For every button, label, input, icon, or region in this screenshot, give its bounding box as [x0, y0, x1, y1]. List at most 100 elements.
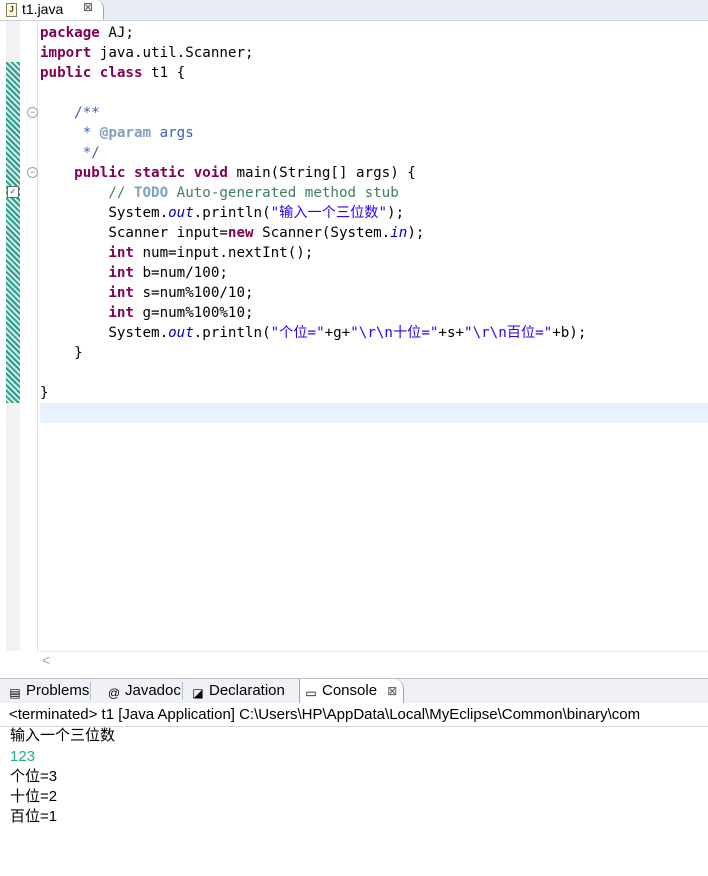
code-line-2: import java.util.Scanner;: [40, 43, 586, 63]
code-token: "输入一个三位数": [270, 205, 388, 221]
code-token: Scanner(System.: [253, 225, 391, 241]
override-marker-icon[interactable]: ✓: [7, 186, 19, 198]
console-line: 个位=3: [10, 768, 58, 785]
code-token: "个位=": [270, 325, 325, 341]
close-icon[interactable]: ⊠: [83, 0, 93, 14]
java-file-icon: J: [6, 3, 17, 17]
change-indicator-bar: [6, 62, 20, 403]
code-line-5: /**: [40, 103, 586, 123]
collapse-method-icon[interactable]: −: [27, 167, 38, 178]
code-token: g=num%100%10;: [133, 305, 254, 321]
declaration-icon: ◪: [192, 686, 204, 700]
code-line-14: int s=num%100/10;: [40, 283, 586, 303]
code-token: System.: [40, 325, 169, 341]
code-line-11: Scanner input=new Scanner(System.in);: [40, 223, 586, 243]
code-line-13: int b=num/100;: [40, 263, 586, 283]
code-token: new: [227, 225, 254, 241]
problems-icon: ▤: [9, 686, 21, 700]
code-token: AJ;: [99, 25, 134, 41]
code-token: +g+: [324, 325, 351, 341]
code-token: b=num/100;: [133, 265, 228, 281]
code-line-6: * @param args: [40, 123, 586, 143]
console-line: 输入一个三位数: [10, 727, 116, 744]
console-icon: ▭: [305, 686, 317, 700]
code-token: +b);: [552, 325, 587, 341]
console-line: 十位=2: [10, 788, 58, 805]
tab-problems[interactable]: ▤ Problems: [8, 679, 92, 703]
code-token: out: [168, 325, 194, 341]
tab-console[interactable]: ▭ Console ⊠: [299, 679, 405, 704]
code-token: int: [108, 245, 134, 261]
current-line-highlight: [40, 403, 708, 423]
code-token: void: [193, 165, 228, 181]
tab-declaration[interactable]: ◪ Declaration: [191, 679, 285, 703]
code-line-10: System.out.println("输入一个三位数");: [40, 203, 586, 223]
code-token: num=input.nextInt();: [133, 245, 314, 261]
console-input-line: 123: [10, 748, 36, 765]
tab-declaration-label: Declaration: [209, 682, 285, 699]
code-editor[interactable]: ✓ − − package AJ; import java.util.Scanne…: [0, 21, 708, 672]
code-line-9: // TODO Auto-generated method stub: [40, 183, 586, 203]
code-token: }: [40, 385, 49, 401]
code-token: args: [151, 125, 194, 141]
code-line-12: int num=input.nextInt();: [40, 243, 586, 263]
code-line-3: public class t1 {: [40, 63, 586, 83]
console-view[interactable]: <terminated> t1 [Java Application] C:\Us…: [0, 703, 708, 876]
code-token: +s+: [438, 325, 465, 341]
code-token: );: [387, 205, 405, 221]
code-token: .println(: [193, 205, 271, 221]
code-token: public: [74, 165, 126, 181]
code-line-16: System.out.println("个位="+g+"\r\n十位="+s+"…: [40, 323, 586, 343]
code-line-15: int g=num%100%10;: [40, 303, 586, 323]
code-line-1: package AJ;: [40, 23, 586, 43]
code-token: System.: [40, 205, 169, 221]
code-token: */: [40, 145, 100, 161]
console-close-icon[interactable]: ⊠: [387, 684, 397, 698]
code-token: t1 {: [142, 65, 186, 81]
console-launch-description: <terminated> t1 [Java Application] C:\Us…: [9, 706, 641, 723]
code-token: static: [133, 165, 186, 181]
code-token: public: [40, 65, 92, 81]
code-token: int: [108, 265, 134, 281]
code-token: out: [168, 205, 194, 221]
code-token: /**: [40, 105, 100, 121]
code-token: }: [40, 345, 83, 361]
code-token: main(String[] args) {: [227, 165, 416, 181]
code-line-19: }: [40, 383, 586, 403]
code-text[interactable]: package AJ; import java.util.Scanner; publ…: [40, 23, 586, 403]
code-token: );: [407, 225, 425, 241]
tab-javadoc[interactable]: @ Javadoc: [107, 679, 183, 703]
code-token: class: [99, 65, 143, 81]
console-line: 百位=1: [10, 808, 58, 825]
editor-tab-label: t1.java: [22, 1, 64, 17]
code-token: in: [390, 225, 408, 241]
code-token: Scanner input=: [40, 225, 228, 241]
code-token: //: [40, 185, 134, 201]
editor-tab-t1-java[interactable]: J t1.java ⊠: [0, 0, 104, 20]
javadoc-icon: @: [107, 686, 121, 700]
code-token: import: [40, 45, 92, 61]
code-token: @param: [99, 125, 152, 141]
code-line-17: }: [40, 343, 586, 363]
scroll-left-icon[interactable]: <: [42, 652, 50, 668]
tab-javadoc-label: Javadoc: [125, 682, 181, 699]
code-token: java.util.Scanner;: [91, 45, 254, 61]
code-token: s=num%100/10;: [133, 285, 254, 301]
code-token: package: [40, 25, 100, 41]
bottom-panel-tab-bar: ▤ Problems @ Javadoc ◪ Declaration ▭ Console…: [0, 678, 708, 704]
code-token: "\r\n十位=": [350, 325, 439, 341]
code-token: "\r\n百位=": [464, 325, 553, 341]
collapse-javadoc-icon[interactable]: −: [27, 107, 38, 118]
code-token: int: [108, 285, 134, 301]
horizontal-scrollbar[interactable]: <: [37, 651, 708, 672]
code-line-8: public static void main(String[] args) {: [40, 163, 586, 183]
code-token: *: [40, 125, 100, 141]
code-token: .println(: [193, 325, 271, 341]
